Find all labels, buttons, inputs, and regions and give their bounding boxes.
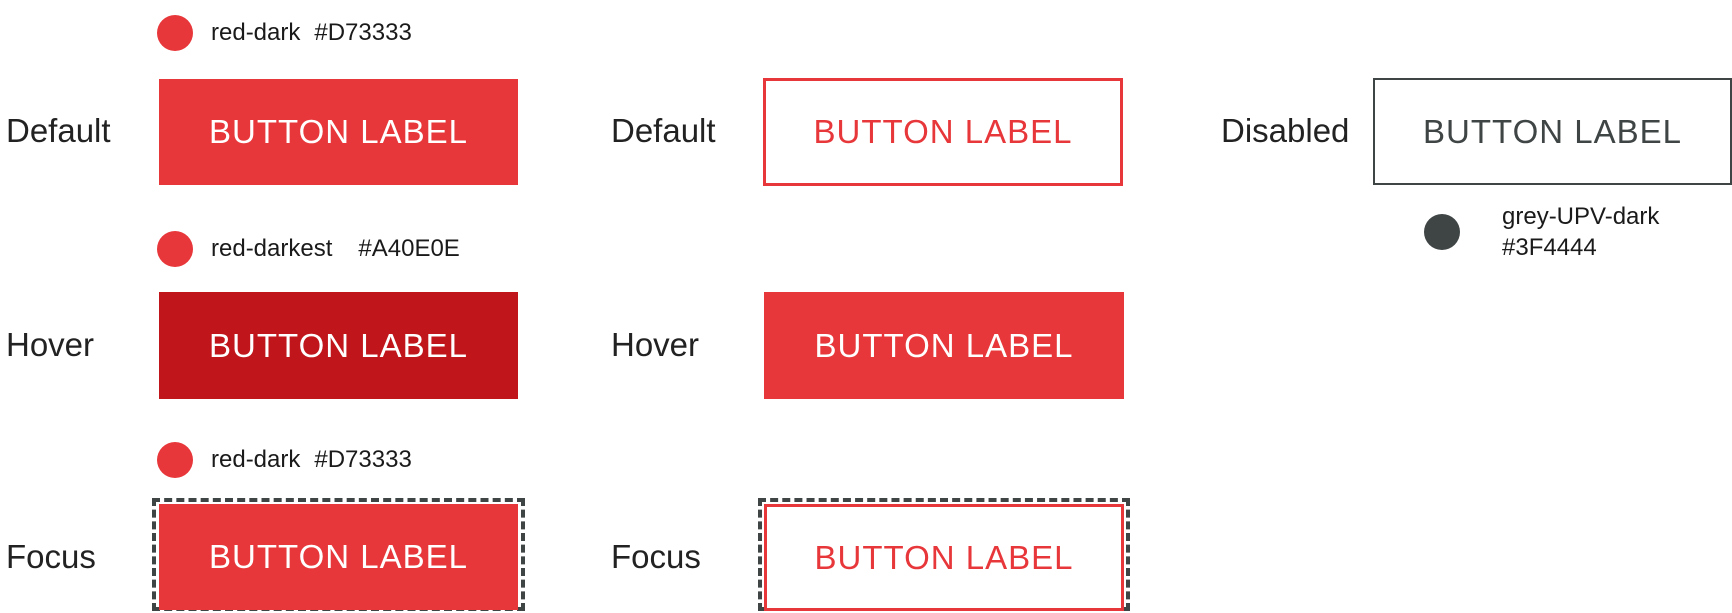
button-label: BUTTON LABEL	[814, 326, 1074, 364]
swatch-hex: #A40E0E	[358, 235, 460, 262]
swatch-name: grey-UPV-dark	[1502, 203, 1660, 230]
swatch-hex: #3F4444	[1502, 234, 1597, 261]
state-label-hover: Hover	[6, 326, 95, 363]
secondary-button-hover[interactable]: BUTTON LABEL	[764, 292, 1124, 399]
primary-button-hover[interactable]: BUTTON LABEL	[159, 292, 518, 399]
state-label-default: Default	[6, 112, 111, 149]
color-dot	[157, 442, 193, 478]
button-label: BUTTON LABEL	[814, 538, 1074, 576]
primary-button-focus[interactable]: BUTTON LABEL	[159, 504, 518, 610]
color-dot	[1424, 214, 1460, 250]
swatch-red-dark: red-dark #D73333	[157, 15, 412, 51]
swatch-name: red-dark	[211, 19, 301, 46]
button-label: BUTTON LABEL	[813, 113, 1073, 150]
state-label-focus: Focus	[611, 538, 701, 575]
swatch-hex: #D73333	[314, 19, 412, 46]
primary-button-default[interactable]: BUTTON LABEL	[159, 79, 518, 185]
secondary-button-focus[interactable]: BUTTON LABEL	[764, 504, 1124, 611]
button-label: BUTTON LABEL	[209, 538, 468, 575]
state-label-disabled: Disabled	[1221, 112, 1350, 149]
color-dot	[157, 15, 193, 51]
secondary-button-default[interactable]: BUTTON LABEL	[763, 78, 1123, 186]
swatch-name: red-darkest	[211, 235, 333, 262]
state-label-hover: Hover	[611, 326, 700, 363]
swatch-grey-upv-dark: grey-UPV-dark #3F4444	[1424, 201, 1659, 263]
state-label-focus: Focus	[6, 538, 96, 575]
swatch-hex: #D73333	[314, 446, 412, 473]
button-disabled: BUTTON LABEL	[1373, 78, 1732, 185]
swatch-red-darkest: red-darkest #A40E0E	[157, 231, 460, 267]
button-label: BUTTON LABEL	[209, 113, 468, 150]
button-label: BUTTON LABEL	[1423, 112, 1682, 150]
color-dot	[157, 231, 193, 267]
swatch-name: red-dark	[211, 446, 301, 473]
button-label: BUTTON LABEL	[209, 326, 468, 364]
swatch-red-dark-focus: red-dark #D73333	[157, 442, 412, 478]
state-label-default: Default	[611, 112, 716, 149]
